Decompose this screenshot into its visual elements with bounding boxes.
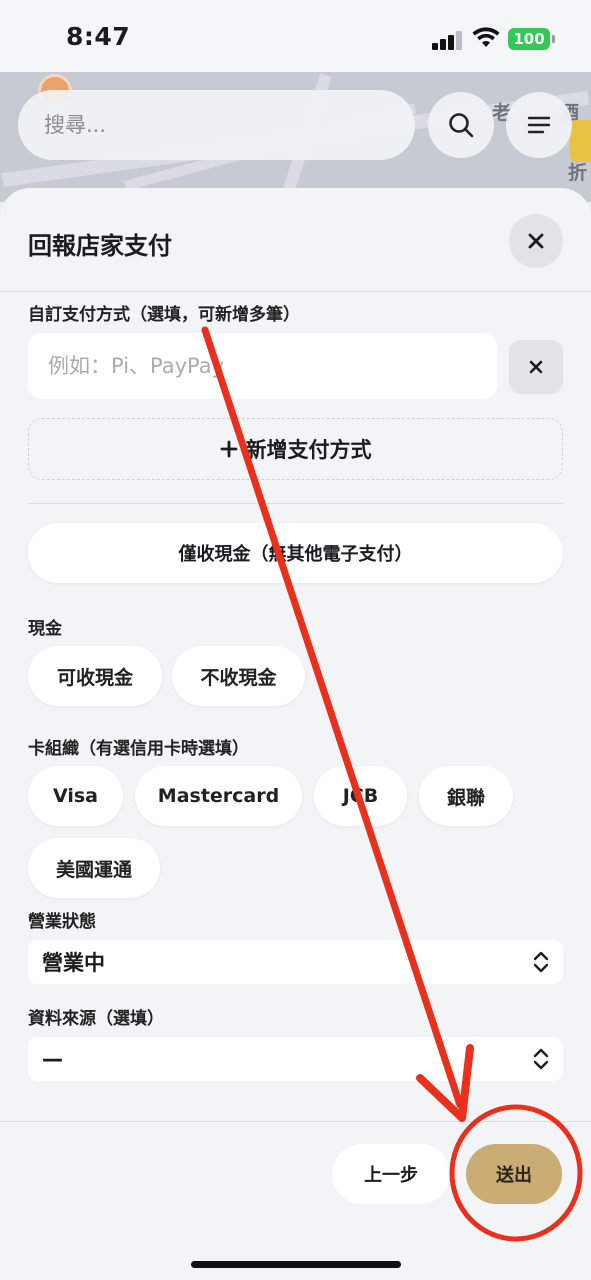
remove-payment-button[interactable] (509, 340, 563, 394)
map-label: 折 (568, 162, 588, 184)
plus-icon (220, 440, 237, 458)
search-button[interactable] (428, 92, 494, 158)
menu-icon (527, 116, 551, 134)
divider (28, 503, 563, 504)
card-network-chip-visa[interactable]: Visa (28, 766, 123, 826)
search-bar[interactable] (18, 90, 415, 160)
cash-only-button[interactable]: 僅收現金（無其他電子支付） (28, 523, 563, 583)
status-time: 8:47 (66, 22, 131, 51)
battery-icon: 100 (508, 28, 555, 50)
wifi-icon (472, 27, 500, 47)
card-network-chip-amex[interactable]: 美國運通 (28, 838, 160, 898)
card-network-chip-unionpay[interactable]: 銀聯 (419, 766, 513, 826)
map-poi-icon[interactable] (570, 120, 591, 162)
previous-step-button[interactable]: 上一步 (332, 1144, 450, 1204)
chevron-up-down-icon (533, 951, 549, 973)
custom-payment-field[interactable] (28, 333, 497, 399)
data-source-label: 資料來源（選填） (28, 1009, 164, 1029)
cash-label: 現金 (28, 619, 62, 639)
close-icon (529, 360, 543, 374)
data-source-select[interactable]: — (28, 1037, 563, 1081)
cash-not-accepted-chip[interactable]: 不收現金 (172, 646, 305, 706)
card-network-chip-mastercard[interactable]: Mastercard (135, 766, 302, 826)
card-network-chip-jcb[interactable]: JCB (314, 766, 407, 826)
add-payment-method-label: 新增支付方式 (245, 438, 372, 462)
divider (0, 291, 591, 292)
cellular-signal-icon (432, 30, 464, 50)
submit-button[interactable]: 送出 (466, 1144, 562, 1204)
report-payment-sheet: 回報店家支付 自訂支付方式（選填，可新增多筆） 新增支付方式 僅收現金（無其他電… (0, 188, 591, 1280)
menu-button[interactable] (506, 92, 572, 158)
close-button[interactable] (509, 214, 563, 268)
chevron-up-down-icon (533, 1048, 549, 1070)
sheet-title: 回報店家支付 (28, 232, 172, 260)
business-status-select[interactable]: 營業中 (28, 940, 563, 984)
business-status-value: 營業中 (42, 951, 105, 975)
home-indicator (191, 1261, 401, 1268)
footer-divider (0, 1121, 591, 1122)
card-network-label: 卡組織（有選信用卡時選填） (28, 739, 249, 759)
custom-payment-input[interactable] (28, 333, 497, 399)
data-source-value: — (42, 1047, 63, 1071)
business-status-label: 營業狀態 (28, 912, 96, 932)
custom-payment-label: 自訂支付方式（選填，可新增多筆） (28, 305, 300, 325)
close-icon (528, 233, 544, 249)
status-bar: 8:47 100 (0, 0, 591, 72)
add-payment-method-button[interactable]: 新增支付方式 (28, 418, 563, 480)
cash-accepted-chip[interactable]: 可收現金 (28, 646, 162, 706)
search-icon (449, 113, 474, 138)
search-input[interactable] (18, 90, 415, 160)
